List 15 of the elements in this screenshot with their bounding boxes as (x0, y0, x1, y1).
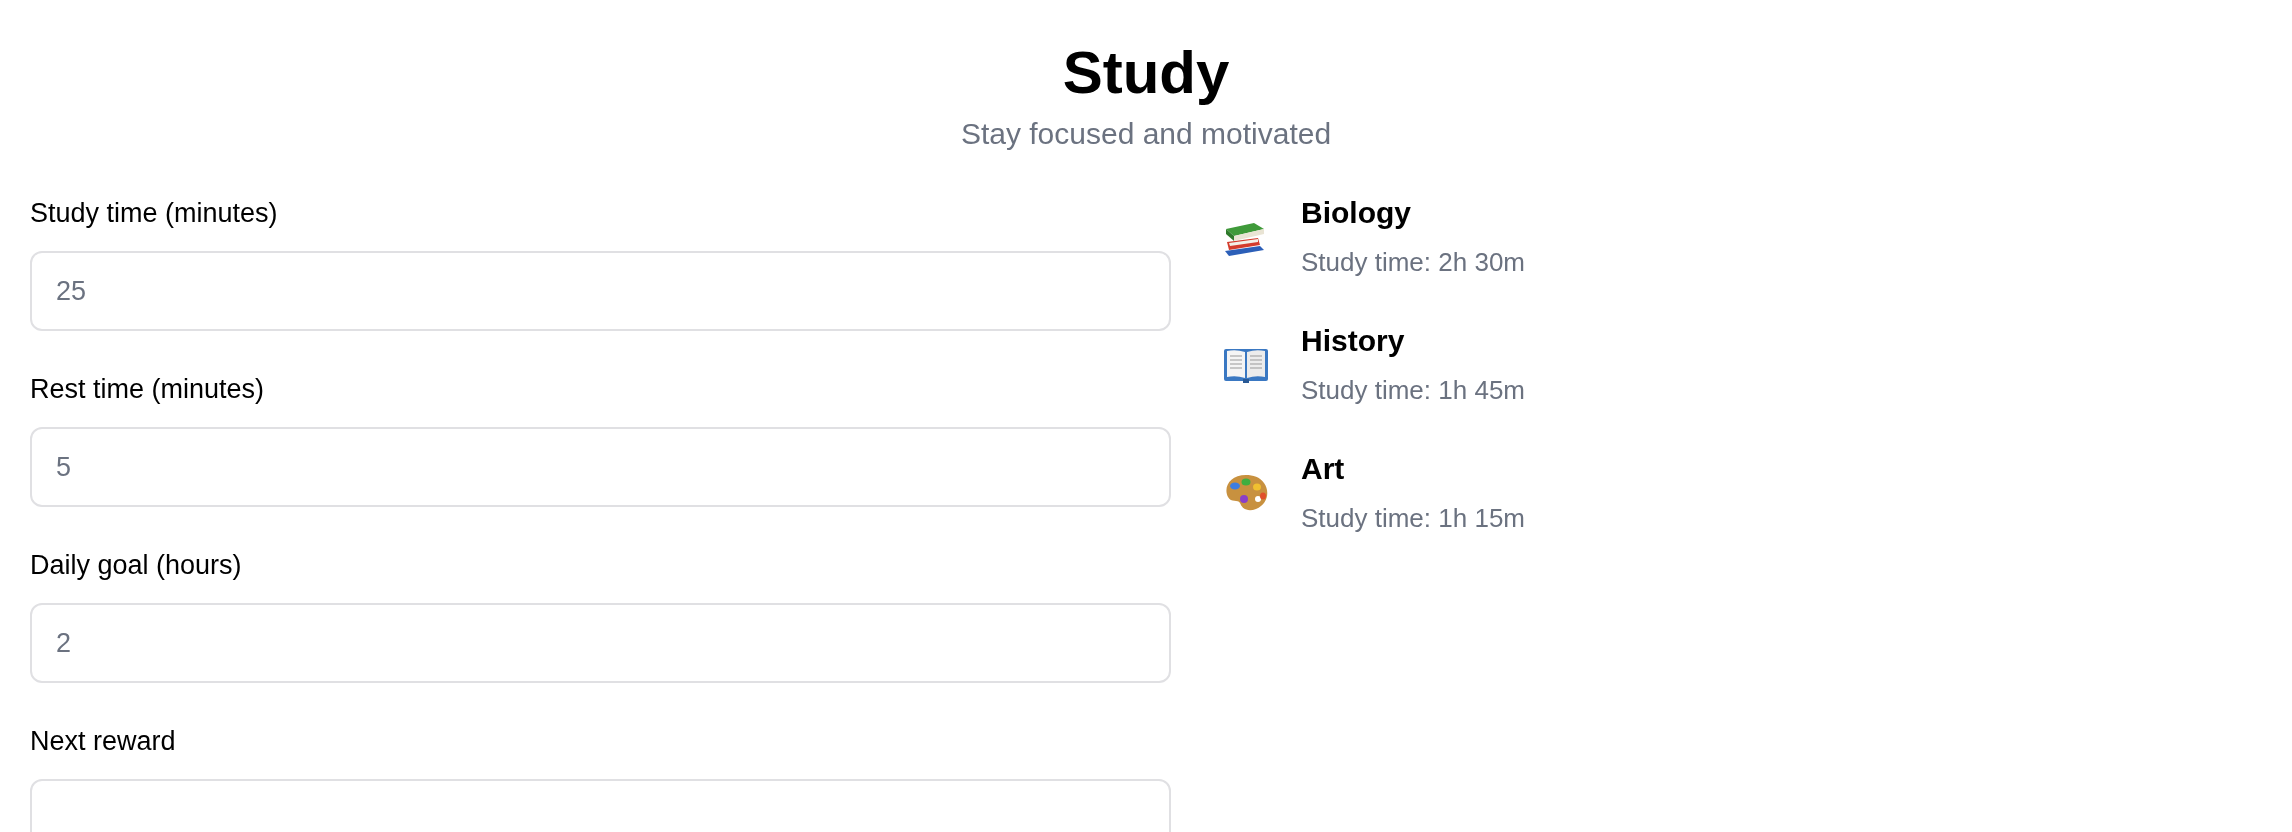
input-field[interactable]: 2 (30, 603, 1171, 683)
input-field[interactable]: 25 (30, 251, 1171, 331)
subject-name: Art (1301, 451, 1345, 487)
input-field[interactable]: 5 (30, 427, 1171, 507)
study-time: Study time: 1h 15m (1301, 502, 1525, 535)
page-subtitle: Stay focused and motivated (960, 116, 1332, 152)
field-label: Daily goal (hours) (30, 549, 242, 582)
page-title: Study (1062, 38, 1230, 108)
subject-name: Biology (1301, 195, 1411, 231)
subject-name: History (1301, 323, 1405, 359)
field-label: Next reward (30, 725, 176, 758)
field-label: Study time (minutes) (30, 197, 278, 230)
study-time: Study time: 2h 30m (1301, 246, 1525, 279)
field-label: Rest time (minutes) (30, 373, 265, 406)
study-time: Study time: 1h 45m (1301, 374, 1525, 407)
